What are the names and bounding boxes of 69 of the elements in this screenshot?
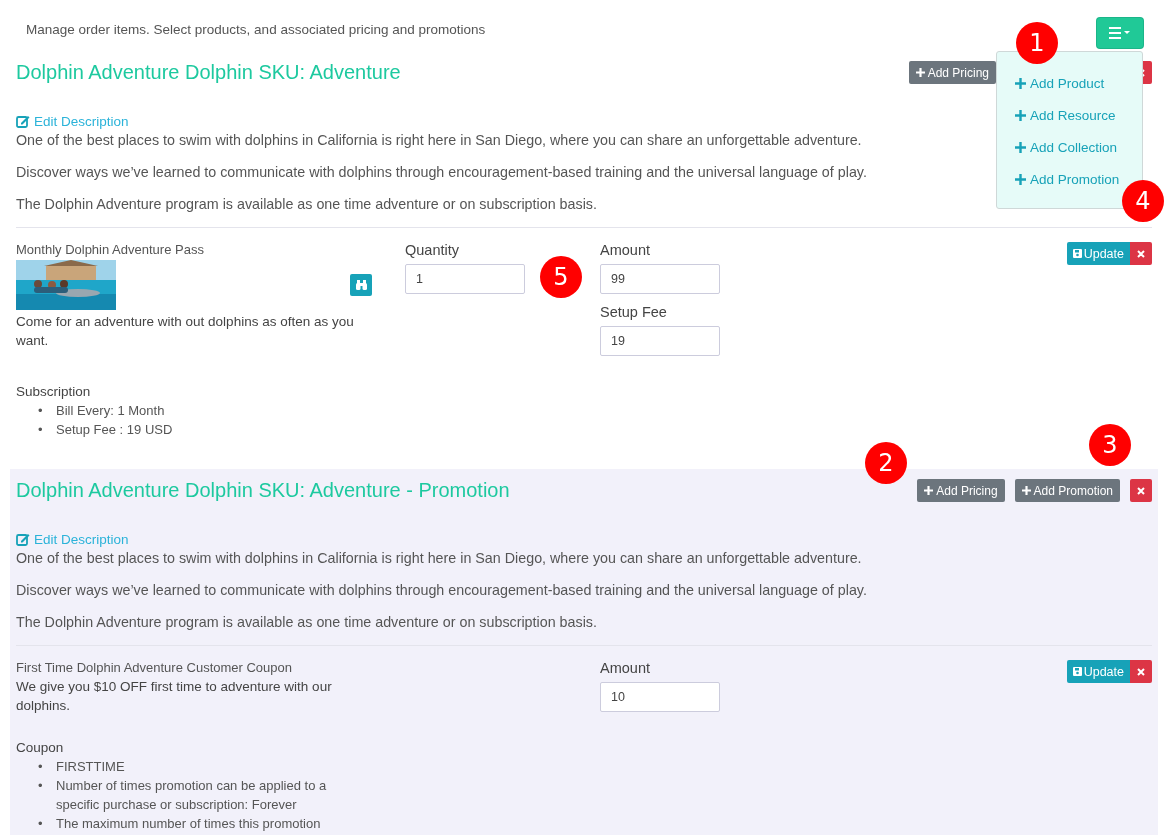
- step-marker: 1: [1016, 22, 1058, 64]
- binoculars-button[interactable]: [350, 274, 372, 296]
- item-description: Come for an adventure with out dolphins as often as you want.: [16, 313, 355, 350]
- item-name: Monthly Dolphin Adventure Pass: [16, 242, 205, 257]
- delete-button[interactable]: [1130, 660, 1152, 683]
- description-text: One of the best places to swim with dolphins in California is right here in San Diego, where you can share an unforgettable adventure.: [16, 131, 862, 149]
- menu-item[interactable]: Add Resource: [1015, 106, 1116, 125]
- add-pricing-button[interactable]: Add Pricing: [917, 479, 1005, 502]
- delete-button[interactable]: [1130, 242, 1152, 265]
- plus-icon: [924, 486, 934, 495]
- detail-item: Setup Fee : 19 USD: [56, 421, 174, 439]
- update-button[interactable]: Update: [1066, 242, 1130, 265]
- bullet-marker: •: [38, 402, 44, 420]
- plus-icon: [915, 68, 925, 77]
- bullet-marker: •: [38, 421, 44, 439]
- menu-icon: [1109, 27, 1131, 39]
- plus-icon: [1015, 174, 1026, 185]
- save-icon: [1072, 249, 1082, 258]
- field-label: Setup Fee: [600, 304, 667, 320]
- price-field[interactable]: 19: [600, 326, 720, 356]
- update-button[interactable]: Update: [1066, 660, 1130, 683]
- description-text: Discover ways we’ve learned to communicate with dolphins through encouragement-based training and the universal language of play.: [16, 581, 867, 599]
- menu-item[interactable]: Add Product: [1015, 74, 1105, 93]
- field-label: Amount: [600, 242, 650, 258]
- section-title: Dolphin Adventure Dolphin SKU: Adventure: [16, 61, 401, 84]
- description-text: One of the best places to swim with dolphins in California is right here in San Diego, where you can share an unforgettable adventure.: [16, 549, 862, 567]
- section-title: Dolphin Adventure Dolphin SKU: Adventure - Promotion: [16, 479, 510, 502]
- detail-item: FIRSTTIME: [56, 758, 126, 776]
- price-field[interactable]: 10: [600, 682, 720, 712]
- field-label: Quantity: [405, 242, 459, 258]
- close-icon: [1137, 249, 1145, 258]
- detail-item: The maximum number of times this promotion: [56, 815, 322, 833]
- edit-description-link[interactable]: Edit Description: [34, 114, 129, 129]
- close-icon: [1137, 667, 1145, 676]
- detail-item: Number of times promotion can be applied to a specific purchase or subscription: Forever: [56, 777, 328, 814]
- add-promotion-button[interactable]: Add Promotion: [1014, 479, 1120, 502]
- description-text: Discover ways we’ve learned to communicate with dolphins through encouragement-based training and the universal language of play.: [16, 163, 867, 181]
- plus-icon: [1015, 78, 1026, 89]
- detail-item: Bill Every: 1 Month: [56, 402, 166, 420]
- plus-icon: [1015, 142, 1026, 153]
- bullet-marker: •: [38, 777, 44, 795]
- edit-description-link[interactable]: Edit Description: [34, 532, 129, 547]
- field-label: Amount: [600, 660, 650, 676]
- details-heading: Subscription: [16, 384, 92, 399]
- plus-icon: [1021, 486, 1031, 495]
- save-icon: [1072, 667, 1082, 676]
- bullet-marker: •: [38, 815, 44, 833]
- description-text: The Dolphin Adventure program is available as one time adventure or on subscription basis.: [16, 613, 597, 631]
- page-description: Manage order items. Select products, and associated pricing and promotions: [26, 22, 486, 37]
- step-marker: 2: [865, 442, 907, 484]
- edit-icon: [16, 533, 30, 546]
- details-heading: Coupon: [16, 740, 65, 755]
- binoculars-icon: [355, 280, 367, 290]
- step-marker: 3: [1089, 424, 1131, 466]
- price-field[interactable]: 99: [600, 264, 720, 294]
- quantity-field[interactable]: 1: [405, 264, 525, 294]
- add-pricing-button[interactable]: Add Pricing: [908, 61, 996, 84]
- edit-icon: [16, 115, 30, 128]
- plus-icon: [1015, 110, 1026, 121]
- description-text: The Dolphin Adventure program is available as one time adventure or on subscription basis.: [16, 195, 597, 213]
- step-marker: 4: [1122, 180, 1164, 222]
- menu-item[interactable]: Add Promotion: [1015, 170, 1120, 189]
- menu-item[interactable]: Add Collection: [1015, 138, 1118, 157]
- bullet-marker: •: [38, 758, 44, 776]
- item-description: We give you $10 OFF first time to adventure with our dolphins.: [16, 678, 333, 715]
- delete-button[interactable]: [1130, 479, 1152, 502]
- item-name: First Time Dolphin Adventure Customer Coupon: [16, 660, 293, 675]
- step-marker: 5: [540, 256, 582, 298]
- close-icon: [1137, 486, 1145, 495]
